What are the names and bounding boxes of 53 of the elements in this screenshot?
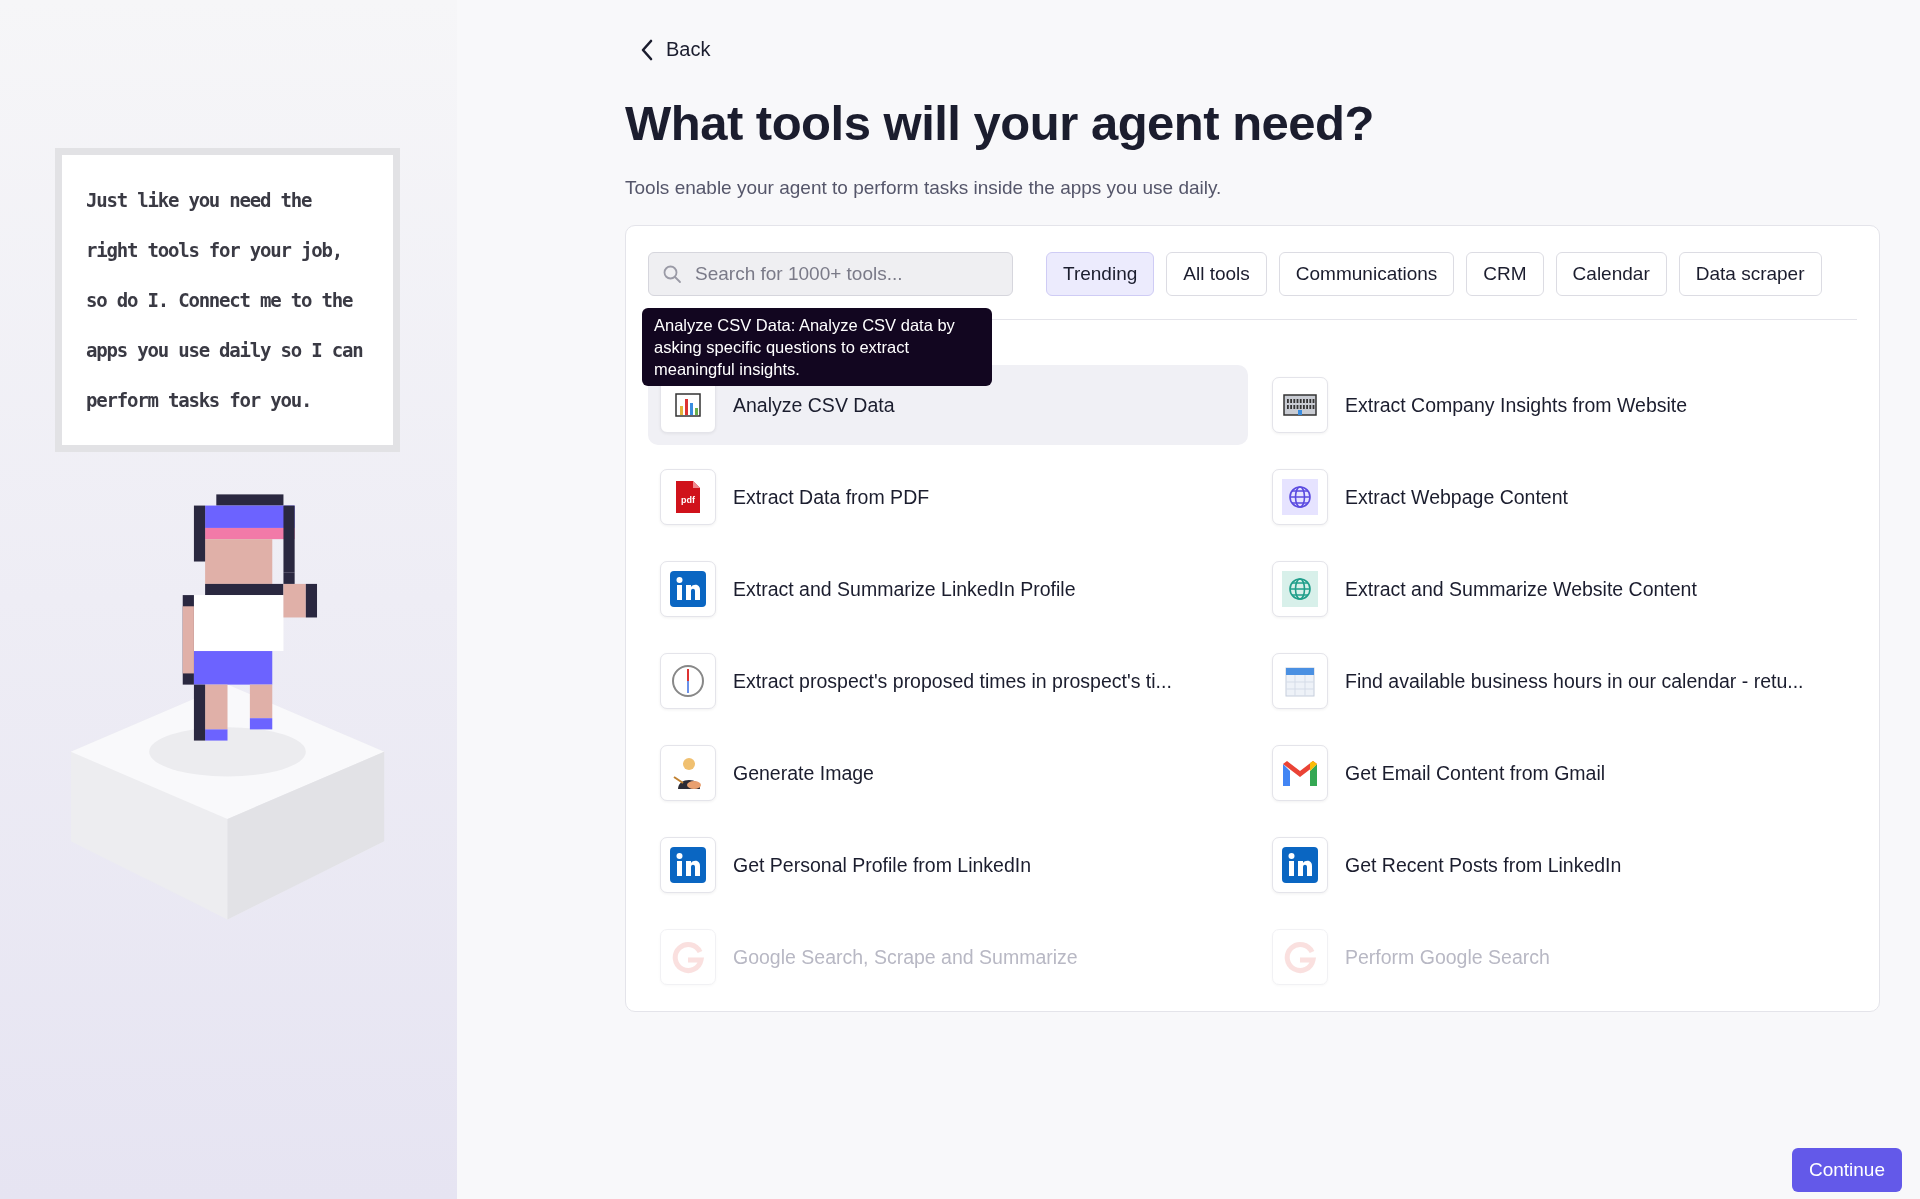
filter-tab[interactable]: Data scraper — [1678, 252, 1822, 296]
tool-name: Get Recent Posts from LinkedIn — [1345, 853, 1622, 877]
filter-tab[interactable]: Trending — [1046, 252, 1155, 296]
filter-tab[interactable]: Calendar — [1555, 252, 1667, 296]
chart-icon — [673, 390, 703, 420]
tool-name: Generate Image — [733, 761, 874, 785]
search-icon — [662, 264, 682, 284]
back-link[interactable]: Back — [640, 38, 1880, 61]
tool-name: Extract Webpage Content — [1345, 485, 1568, 509]
filter-tab[interactable]: All tools — [1166, 252, 1267, 296]
tool-item[interactable]: Extract Company Insights from Website — [1260, 365, 1860, 445]
pdf-file-icon: pdf — [673, 479, 703, 515]
tool-name: Extract prospect's proposed times in prospect's ti... — [733, 669, 1172, 693]
clock-icon — [671, 664, 705, 698]
tool-name: Extract Data from PDF — [733, 485, 930, 509]
globe-icon — [1282, 571, 1318, 607]
tooltip: Analyze CSV Data: Analyze CSV data by asking specific questions to extract meaningful insights. — [642, 308, 992, 386]
tool-item[interactable]: Get Recent Posts from LinkedIn — [1260, 825, 1860, 905]
linkedin-icon — [670, 847, 706, 883]
tool-name: Find available business hours in our calendar - retu... — [1345, 669, 1804, 693]
tool-name: Extract and Summarize Website Content — [1345, 577, 1697, 601]
tool-item[interactable]: Get Personal Profile from LinkedIn — [648, 825, 1248, 905]
mail-icon — [1282, 759, 1318, 787]
page-title: What tools will your agent need? — [625, 95, 1375, 151]
filter-tab[interactable]: CRM — [1466, 252, 1544, 296]
linkedin-icon — [1282, 847, 1318, 883]
globe-icon — [1282, 479, 1318, 515]
linkedin-icon — [670, 571, 706, 607]
tool-item[interactable]: Extract prospect's proposed times in prospect's ti... — [648, 641, 1248, 721]
continue-button[interactable]: Continue — [1791, 1148, 1902, 1192]
tool-name: Google Search, Scrape and Summarize — [733, 945, 1078, 969]
tool-item[interactable]: Generate Image — [648, 733, 1248, 813]
tool-name: Get Email Content from Gmail — [1345, 761, 1606, 785]
tool-item[interactable]: Get Email Content from Gmail — [1260, 733, 1860, 813]
tool-item[interactable]: Extract and Summarize LinkedIn Profile — [648, 549, 1248, 629]
building-icon — [1283, 392, 1317, 418]
search-field[interactable]: Search for 1000+ tools... — [648, 252, 1013, 296]
tool-item[interactable]: Extract Webpage Content — [1260, 457, 1860, 537]
google-icon — [671, 940, 705, 974]
calendar-icon — [1284, 664, 1316, 698]
filter-tab[interactable]: Communications — [1278, 252, 1455, 296]
tool-name: Get Personal Profile from LinkedIn — [733, 853, 1032, 877]
chevron-left-icon — [640, 38, 654, 61]
tool-name: Analyze CSV Data — [733, 393, 895, 417]
tool-item[interactable]: Extract and Summarize Website Content — [1260, 549, 1860, 629]
tool-name: Extract and Summarize LinkedIn Profile — [733, 577, 1076, 601]
page-subtitle: Tools enable your agent to perform tasks inside the apps you use daily. — [625, 177, 1223, 199]
google-icon — [1283, 940, 1317, 974]
tool-item[interactable]: Find available business hours in our calendar - retu... — [1260, 641, 1860, 721]
tool-name: Perform Google Search — [1345, 945, 1550, 969]
tool-name: Extract Company Insights from Website — [1345, 393, 1688, 417]
speech-bubble: Just like you need the right tools for your job, so do I. Connect me to the apps you use daily so I can perform tasks for you. — [55, 148, 400, 452]
tool-item[interactable]: pdf Extract Data from PDF — [648, 457, 1248, 537]
